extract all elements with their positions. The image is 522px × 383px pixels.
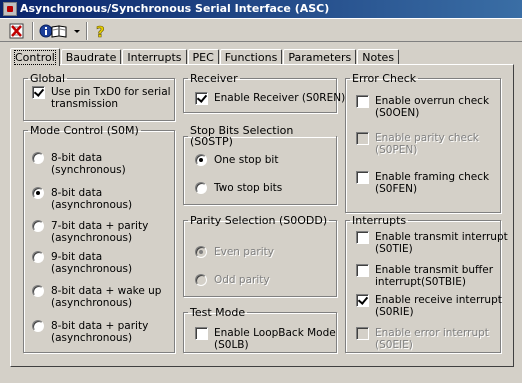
- two-stop-bits-radio[interactable]: Two stop bits: [195, 182, 282, 194]
- checkbox-box: [356, 171, 369, 184]
- global-group-title: Global: [30, 72, 66, 85]
- mode-7bit-parity-radio[interactable]: 7-bit data + parity (asynchronous): [32, 220, 148, 244]
- radio-circle: [32, 320, 44, 332]
- mode-8bit-async-label: 8-bit data (asynchronous): [51, 187, 133, 211]
- radio-circle: [195, 246, 207, 258]
- error-check-group-title: Error Check: [352, 72, 417, 85]
- two-stop-bits-label: Two stop bits: [214, 182, 283, 194]
- receiver-group-title: Receiver: [190, 72, 238, 85]
- transmit-interrupt-checkbox[interactable]: Enable transmit interrupt (S0TIE): [356, 231, 508, 255]
- transmit-interrupt-label: Enable transmit interrupt (S0TIE): [375, 231, 508, 255]
- checkbox-box: [356, 95, 369, 108]
- radio-circle: [195, 154, 207, 166]
- mode-8bit-sync-label: 8-bit data (synchronous): [51, 152, 126, 176]
- mode-8bit-async-radio[interactable]: 8-bit data (asynchronous): [32, 187, 132, 211]
- even-parity-radio[interactable]: Even parity: [195, 246, 274, 258]
- use-pin-txd0-checkbox[interactable]: Use pin TxD0 for serial transmission: [32, 86, 172, 110]
- transmit-buffer-interrupt-checkbox[interactable]: Enable transmit buffer interrupt(S0TBIE): [356, 264, 493, 288]
- framing-check-checkbox[interactable]: Enable framing check (S0FEN): [356, 171, 489, 195]
- app-icon: [3, 2, 17, 16]
- toolbar: ?: [0, 18, 522, 42]
- radio-circle: [32, 220, 44, 232]
- mode-8bit-wakeup-label: 8-bit data + wake up (asynchronous): [51, 285, 162, 309]
- mode-control-group-title: Mode Control (S0M): [30, 124, 139, 137]
- parity-check-checkbox[interactable]: Enable parity check (S0PEN): [356, 132, 479, 156]
- checkbox-box: [195, 92, 208, 105]
- help-question-icon: ?: [96, 23, 105, 42]
- mode-8bit-parity-label: 8-bit data + parity (asynchronous): [51, 320, 149, 344]
- info-dropdown-button[interactable]: [72, 21, 83, 41]
- mode-9bit-async-label: 9-bit data (asynchronous): [51, 251, 133, 275]
- use-pin-txd0-label: Use pin TxD0 for serial transmission: [51, 86, 171, 110]
- dropdown-arrow-icon: [74, 30, 80, 33]
- enable-receiver-checkbox[interactable]: Enable Receiver (S0REN): [195, 92, 345, 105]
- error-interrupt-checkbox[interactable]: Enable error interrupt (S0EIE): [356, 327, 489, 351]
- receive-interrupt-checkbox[interactable]: Enable receive interrupt (S0RIE): [356, 294, 502, 318]
- info-book-icon: [39, 24, 67, 38]
- tab-control[interactable]: Control: [10, 48, 60, 66]
- checkbox-box: [356, 327, 369, 340]
- radio-circle: [32, 187, 44, 199]
- info-button[interactable]: [38, 21, 70, 41]
- toolbar-separator: [86, 22, 88, 40]
- odd-parity-label: Odd parity: [214, 274, 270, 286]
- parity-selection-group-title: Parity Selection (S0ODD): [190, 214, 328, 227]
- tab-baudrate[interactable]: Baudrate: [60, 49, 122, 65]
- mode-8bit-parity-radio[interactable]: 8-bit data + parity (asynchronous): [32, 320, 148, 344]
- one-stop-bit-label: One stop bit: [214, 154, 279, 166]
- even-parity-label: Even parity: [214, 246, 274, 258]
- close-document-icon: [9, 23, 24, 39]
- mode-7bit-parity-label: 7-bit data + parity (asynchronous): [51, 220, 149, 244]
- radio-circle: [32, 285, 44, 297]
- loopback-mode-label: Enable LoopBack Mode (S0LB): [214, 327, 336, 351]
- use-pin-txd0-box: [32, 86, 45, 99]
- tab-functions[interactable]: Functions: [219, 49, 283, 65]
- mode-8bit-wakeup-radio[interactable]: 8-bit data + wake up (asynchronous): [32, 285, 161, 309]
- radio-circle: [195, 182, 207, 194]
- loopback-mode-checkbox[interactable]: Enable LoopBack Mode (S0LB): [195, 327, 336, 351]
- checkbox-box: [356, 132, 369, 145]
- radio-circle: [195, 274, 207, 286]
- parity-check-label: Enable parity check (S0PEN): [375, 132, 479, 156]
- one-stop-bit-radio[interactable]: One stop bit: [195, 154, 278, 166]
- stop-bits-group-title: Stop Bits Selection (S0STP): [190, 124, 294, 148]
- interrupts-group-title: Interrupts: [352, 214, 407, 227]
- error-interrupt-label: Enable error interrupt (S0EIE): [375, 327, 489, 351]
- close-document-button[interactable]: [6, 21, 28, 41]
- radio-circle: [32, 152, 44, 164]
- checkbox-box: [195, 327, 208, 340]
- tab-strip: Control Baudrate Interrupts PEC Function…: [10, 47, 400, 66]
- overrun-check-checkbox[interactable]: Enable overrun check (S0OEN): [356, 95, 489, 119]
- help-button[interactable]: ?: [90, 21, 110, 42]
- odd-parity-radio[interactable]: Odd parity: [195, 274, 270, 286]
- framing-check-label: Enable framing check (S0FEN): [375, 171, 490, 195]
- tab-parameters[interactable]: Parameters: [283, 49, 357, 65]
- enable-receiver-label: Enable Receiver (S0REN): [214, 92, 346, 104]
- title-bar: Asynchronous/Synchronous Serial Interfac…: [0, 0, 522, 18]
- test-mode-group-title: Test Mode: [190, 306, 246, 319]
- window-title: Asynchronous/Synchronous Serial Interfac…: [20, 2, 330, 15]
- svg-text:?: ?: [96, 23, 105, 40]
- receive-interrupt-label: Enable receive interrupt (S0RIE): [375, 294, 502, 318]
- toolbar-separator: [32, 22, 34, 40]
- checkbox-box: [356, 264, 369, 277]
- checkbox-box: [356, 231, 369, 244]
- mode-8bit-sync-radio[interactable]: 8-bit data (synchronous): [32, 152, 126, 176]
- radio-circle: [32, 251, 44, 263]
- transmit-buffer-interrupt-label: Enable transmit buffer interrupt(S0TBIE): [375, 264, 494, 288]
- control-tab-panel: Global Use pin TxD0 for serial transmiss…: [10, 64, 514, 367]
- tab-pec[interactable]: PEC: [187, 49, 219, 65]
- tab-notes[interactable]: Notes: [357, 49, 400, 65]
- checkbox-box: [356, 294, 369, 307]
- tab-interrupts[interactable]: Interrupts: [122, 49, 187, 65]
- overrun-check-label: Enable overrun check (S0OEN): [375, 95, 490, 119]
- mode-9bit-async-radio[interactable]: 9-bit data (asynchronous): [32, 251, 132, 275]
